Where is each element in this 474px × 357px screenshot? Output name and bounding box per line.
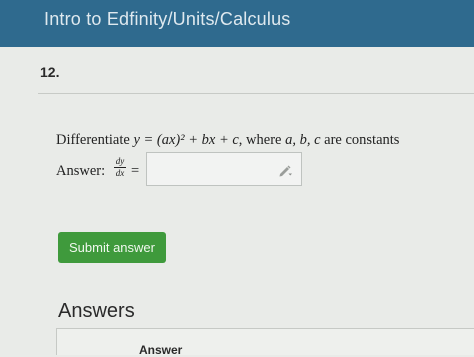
top-header: Intro to Edfinity/Units/Calculus: [0, 0, 474, 47]
answers-table: Answer: [56, 328, 474, 357]
prompt-variables: a, b, c: [285, 132, 321, 148]
equals-sign: =: [131, 163, 140, 179]
pencil-icon[interactable]: [277, 163, 293, 177]
answer-input[interactable]: [146, 152, 302, 186]
submit-answer-button[interactable]: Submit answer: [58, 232, 166, 263]
divider: [38, 93, 474, 94]
question-prompt: Differentiate y = (ax)² + bx + c, where …: [56, 132, 399, 149]
derivative-fraction: dy dx: [114, 157, 126, 178]
prompt-expression: y = (ax)² + bx + c: [133, 132, 239, 148]
prompt-prefix: Differentiate: [56, 132, 130, 148]
prompt-suffix: , where: [238, 132, 282, 148]
breadcrumb[interactable]: Intro to Edfinity/Units/Calculus: [44, 9, 291, 30]
fraction-denominator: dx: [115, 168, 125, 178]
prompt-end: are constants: [324, 132, 400, 148]
answer-label: Answer:: [56, 163, 106, 179]
fraction-numerator: dy: [115, 156, 125, 166]
answers-heading: Answers: [58, 300, 135, 322]
question-number: 12.: [40, 64, 60, 80]
